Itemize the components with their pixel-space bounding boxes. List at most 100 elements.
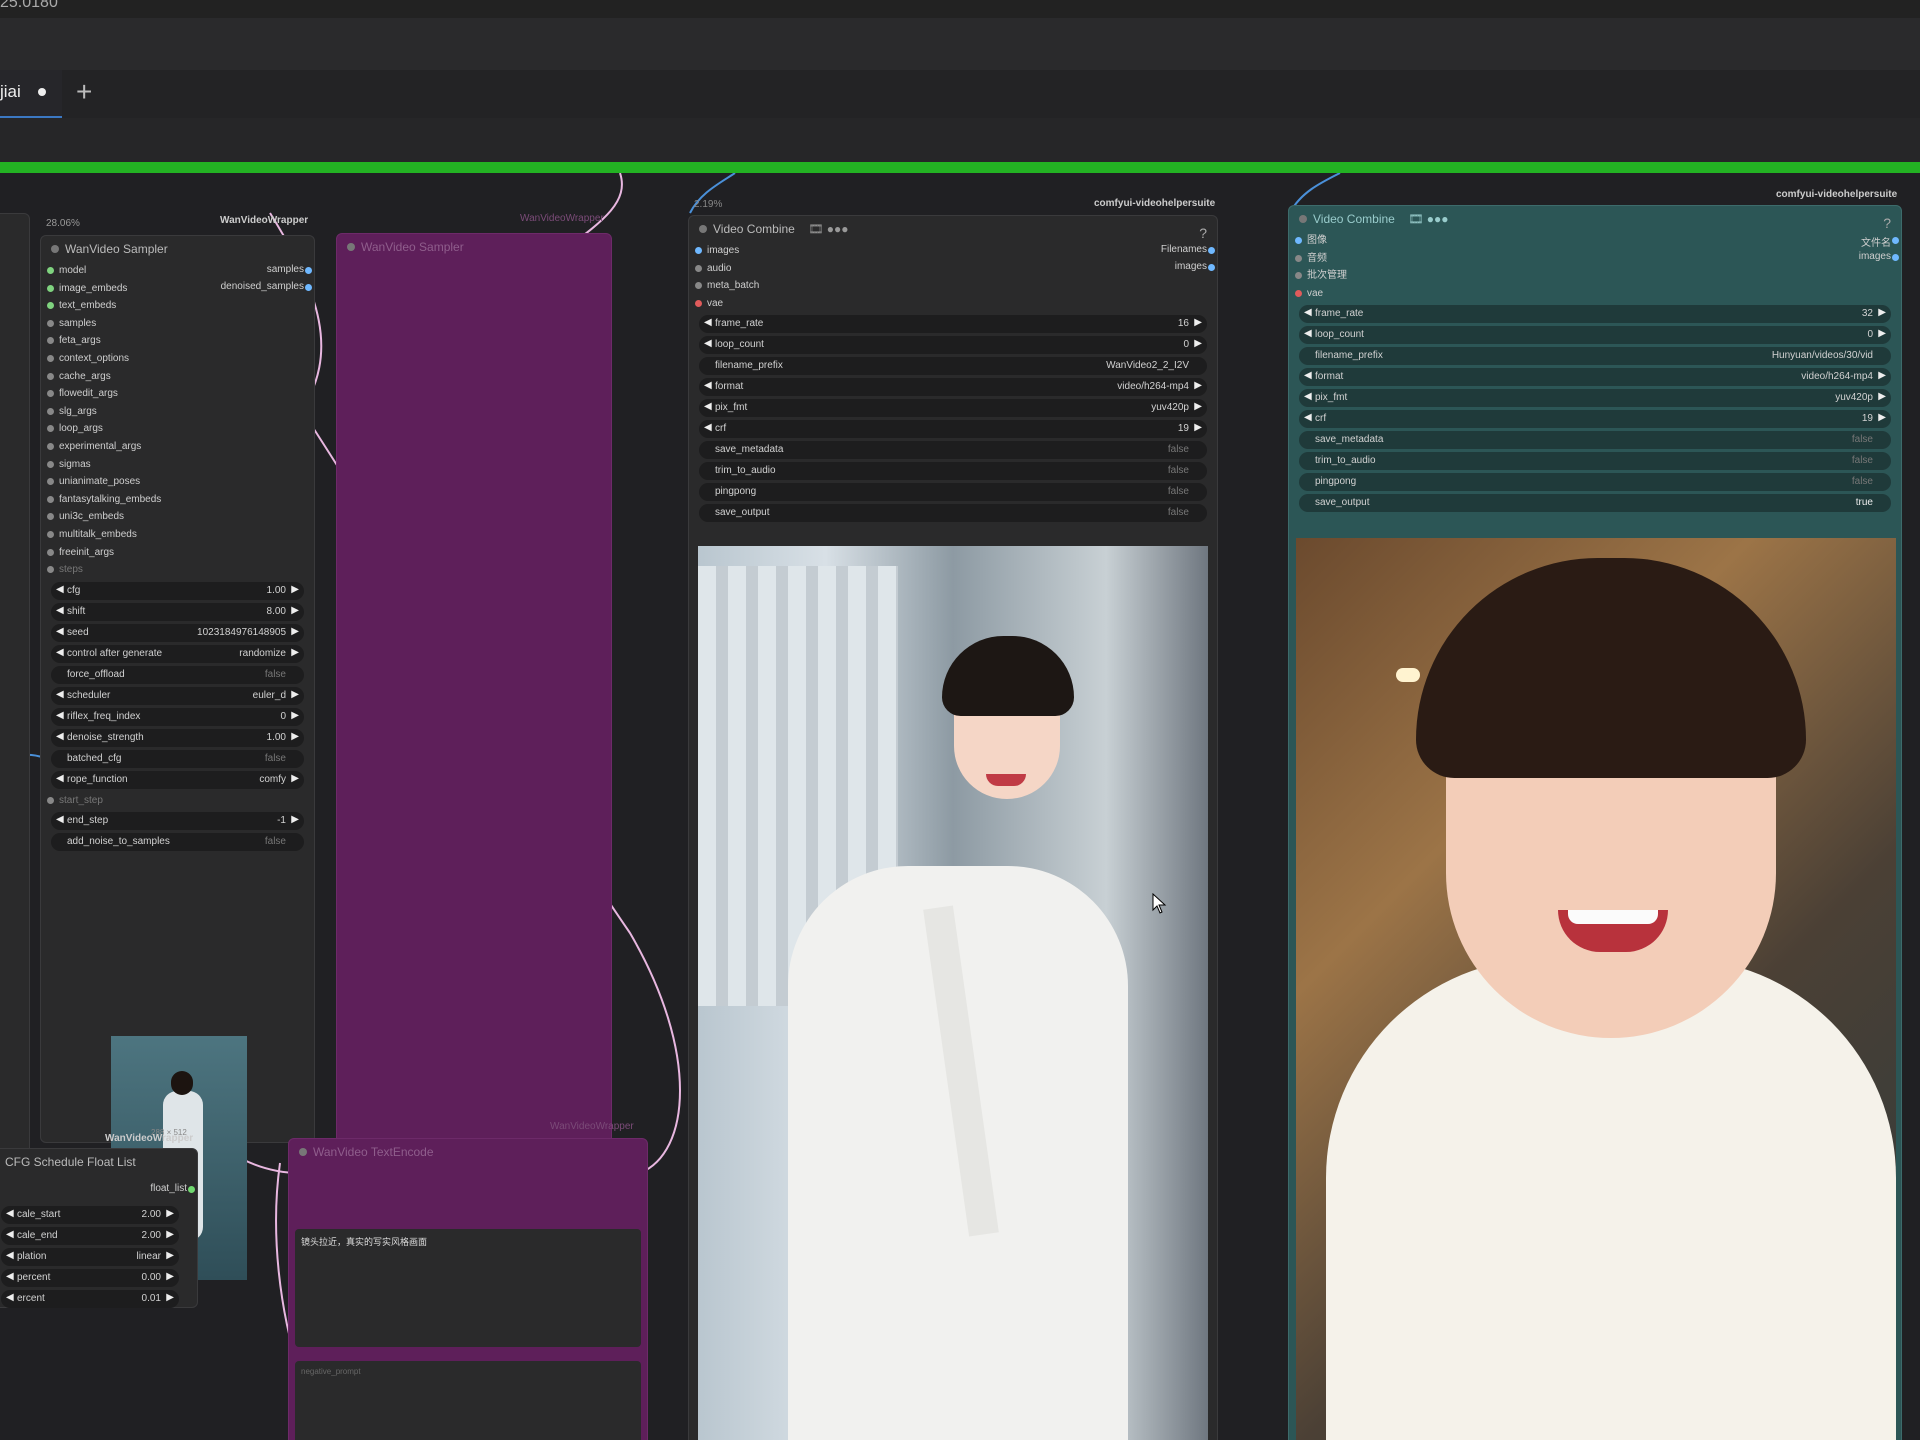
input-socket[interactable]: feta_args xyxy=(41,332,314,350)
decrement-arrow-icon[interactable]: ◀ xyxy=(56,626,64,637)
number-widget[interactable]: ◀ ▶ plation linear xyxy=(1,1248,179,1266)
increment-arrow-icon[interactable]: ▶ xyxy=(291,647,299,658)
number-widget[interactable]: ◀ ▶ frame_rate 32 xyxy=(1299,305,1891,324)
number-widget[interactable]: ◀ ▶ control after generate randomize xyxy=(51,644,304,663)
input-socket[interactable]: samples xyxy=(41,315,314,333)
number-widget[interactable]: ◀ ▶ cale_start 2.00 xyxy=(1,1206,179,1224)
float-list-output[interactable]: float_list xyxy=(150,1183,195,1194)
increment-arrow-icon[interactable]: ▶ xyxy=(291,689,299,700)
socket-dot-icon[interactable] xyxy=(47,390,54,398)
decrement-arrow-icon[interactable]: ◀ xyxy=(1304,328,1312,339)
input-socket[interactable]: meta_batch xyxy=(689,277,1217,295)
decrement-arrow-icon[interactable]: ◀ xyxy=(56,814,64,825)
node-title[interactable]: WanVideo TextEncode xyxy=(289,1139,647,1165)
increment-arrow-icon[interactable]: ▶ xyxy=(1878,307,1886,318)
input-socket[interactable]: unianimate_poses xyxy=(41,473,314,491)
number-widget[interactable]: ◀ ▶ percent 0.00 xyxy=(1,1269,179,1287)
number-widget[interactable]: ◀ ▶ crf 19 xyxy=(699,420,1207,439)
number-widget[interactable]: ◀ ▶ crf 19 xyxy=(1299,410,1891,429)
socket-dot-icon[interactable] xyxy=(47,478,54,486)
number-widget[interactable]: ◀ ▶ loop_count 0 xyxy=(1299,326,1891,345)
node-title[interactable]: CFG Schedule Float List xyxy=(0,1149,197,1175)
socket-dot-icon[interactable] xyxy=(1295,237,1302,244)
decrement-arrow-icon[interactable]: ◀ xyxy=(6,1208,14,1219)
toggle-widget[interactable]: save_metadata false xyxy=(699,441,1207,460)
input-socket[interactable]: flowedit_args xyxy=(41,385,314,403)
number-widget[interactable]: ◀ ▶ denoise_strength 1.00 xyxy=(51,728,304,747)
toggle-widget[interactable]: force_offload false xyxy=(51,665,304,684)
decrement-arrow-icon[interactable]: ◀ xyxy=(6,1229,14,1240)
number-widget[interactable]: ◀ ▶ end_step -1 xyxy=(51,812,304,831)
decrement-arrow-icon[interactable]: ◀ xyxy=(56,773,64,784)
decrement-arrow-icon[interactable]: ◀ xyxy=(56,689,64,700)
socket-dot-icon[interactable] xyxy=(47,495,54,503)
number-widget[interactable]: ◀ ▶ loop_count 0 xyxy=(699,336,1207,355)
increment-arrow-icon[interactable]: ▶ xyxy=(291,773,299,784)
increment-arrow-icon[interactable]: ▶ xyxy=(1878,391,1886,402)
socket-dot-icon[interactable] xyxy=(695,282,702,290)
input-socket[interactable]: cache_args xyxy=(41,368,314,386)
socket-dot-icon[interactable] xyxy=(695,299,702,307)
add-tab-button[interactable]: + xyxy=(76,76,92,108)
decrement-arrow-icon[interactable]: ◀ xyxy=(704,422,712,433)
socket-dot-icon[interactable] xyxy=(47,530,54,538)
increment-arrow-icon[interactable]: ▶ xyxy=(166,1271,174,1282)
socket-dot-icon[interactable] xyxy=(47,337,54,345)
steps-socket[interactable]: steps xyxy=(41,561,314,579)
negative-prompt-textarea[interactable]: negative_prompt xyxy=(295,1361,641,1440)
text-widget[interactable]: filename_prefix Hunyuan/videos/30/vid xyxy=(1299,347,1891,366)
socket-dot-icon[interactable] xyxy=(47,425,54,433)
increment-arrow-icon[interactable]: ▶ xyxy=(291,731,299,742)
toggle-widget[interactable]: trim_to_audio false xyxy=(699,462,1207,481)
decrement-arrow-icon[interactable]: ◀ xyxy=(704,401,712,412)
decrement-arrow-icon[interactable]: ◀ xyxy=(6,1250,14,1261)
text-encode-node[interactable]: WanVideo TextEncode 镜头拉近，真实的写实风格画面 negat… xyxy=(288,1138,648,1440)
toggle-widget[interactable]: trim_to_audio false xyxy=(1299,452,1891,471)
decrement-arrow-icon[interactable]: ◀ xyxy=(56,710,64,721)
number-widget[interactable]: ◀ ▶ scheduler euler_d xyxy=(51,686,304,705)
socket-dot-icon[interactable] xyxy=(47,372,54,380)
increment-arrow-icon[interactable]: ▶ xyxy=(166,1292,174,1303)
number-widget[interactable]: ◀ ▶ format video/h264-mp4 xyxy=(699,378,1207,397)
video-preview[interactable] xyxy=(1296,538,1896,1440)
number-widget[interactable]: ◀ ▶ ercent 0.01 xyxy=(1,1290,179,1308)
input-socket[interactable]: model xyxy=(41,262,314,280)
increment-arrow-icon[interactable]: ▶ xyxy=(1878,412,1886,423)
toggle-widget[interactable]: save_output false xyxy=(699,504,1207,523)
socket-dot-icon[interactable] xyxy=(47,354,54,362)
decrement-arrow-icon[interactable]: ◀ xyxy=(56,584,64,595)
increment-arrow-icon[interactable]: ▶ xyxy=(166,1208,174,1219)
input-socket[interactable]: image_embeds xyxy=(41,280,314,298)
input-socket[interactable]: uni3c_embeds xyxy=(41,508,314,526)
node-title[interactable]: WanVideo Sampler xyxy=(337,234,611,260)
input-socket[interactable]: loop_args xyxy=(41,420,314,438)
decrement-arrow-icon[interactable]: ◀ xyxy=(56,731,64,742)
input-socket[interactable]: vae xyxy=(1289,285,1901,303)
increment-arrow-icon[interactable]: ▶ xyxy=(1194,401,1202,412)
increment-arrow-icon[interactable]: ▶ xyxy=(1878,370,1886,381)
increment-arrow-icon[interactable]: ▶ xyxy=(1194,422,1202,433)
number-widget[interactable]: ◀ ▶ seed 1023184976148905 xyxy=(51,623,304,642)
increment-arrow-icon[interactable]: ▶ xyxy=(291,814,299,825)
toggle-widget[interactable]: add_noise_to_samples false xyxy=(51,833,304,852)
socket-dot-icon[interactable] xyxy=(47,407,54,415)
increment-arrow-icon[interactable]: ▶ xyxy=(291,584,299,595)
socket-dot-icon[interactable] xyxy=(47,460,54,468)
toggle-widget[interactable]: save_metadata false xyxy=(1299,431,1891,450)
socket-dot-icon[interactable] xyxy=(47,284,54,292)
decrement-arrow-icon[interactable]: ◀ xyxy=(56,647,64,658)
input-socket[interactable]: audio xyxy=(689,260,1217,278)
number-widget[interactable]: ◀ ▶ cfg 1.00 xyxy=(51,581,304,600)
graph-canvas[interactable]: WanVideoWrapper 28.06% WanVideo Sampler … xyxy=(0,173,1920,1440)
offscreen-node[interactable] xyxy=(0,213,30,1213)
input-socket[interactable]: sigmas xyxy=(41,456,314,474)
toggle-widget[interactable]: batched_cfg false xyxy=(51,749,304,768)
input-socket[interactable]: slg_args xyxy=(41,403,314,421)
number-widget[interactable]: ◀ ▶ rope_function comfy xyxy=(51,770,304,789)
positive-prompt-textarea[interactable]: 镜头拉近，真实的写实风格画面 xyxy=(295,1229,641,1347)
input-socket[interactable]: fantasytalking_embeds xyxy=(41,491,314,509)
decrement-arrow-icon[interactable]: ◀ xyxy=(1304,370,1312,381)
workflow-tab[interactable]: jiai xyxy=(0,70,62,118)
input-socket[interactable]: multitalk_embeds xyxy=(41,526,314,544)
input-socket[interactable]: vae xyxy=(689,295,1217,313)
